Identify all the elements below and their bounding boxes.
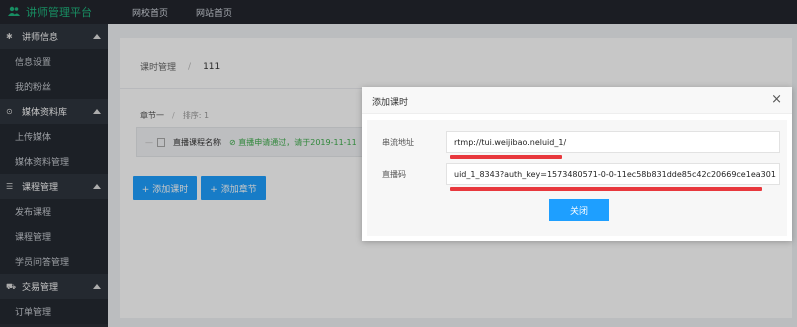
highlight-underline — [450, 155, 562, 159]
highlight-underline — [450, 187, 762, 191]
modal-body: 串流地址 rtmp://tui.weijibao.neluid_1/ 直播码 u… — [367, 120, 787, 236]
modal-title: 添加课时 — [372, 98, 409, 108]
stream-url-label: 串流地址 — [382, 138, 414, 147]
close-button[interactable]: 关闭 — [549, 199, 609, 221]
close-icon[interactable]: × — [771, 92, 782, 107]
stream-key-label: 直播码 — [382, 170, 406, 179]
stream-url-field[interactable]: rtmp://tui.weijibao.neluid_1/ — [446, 131, 780, 153]
modal-header: 添加课时 × — [362, 87, 792, 114]
add-lesson-modal: 添加课时 × 串流地址 rtmp://tui.weijibao.neluid_1… — [362, 87, 792, 241]
stream-key-field[interactable]: uid_1_8343?auth_key=1573480571-0-0-11ec5… — [446, 163, 780, 185]
